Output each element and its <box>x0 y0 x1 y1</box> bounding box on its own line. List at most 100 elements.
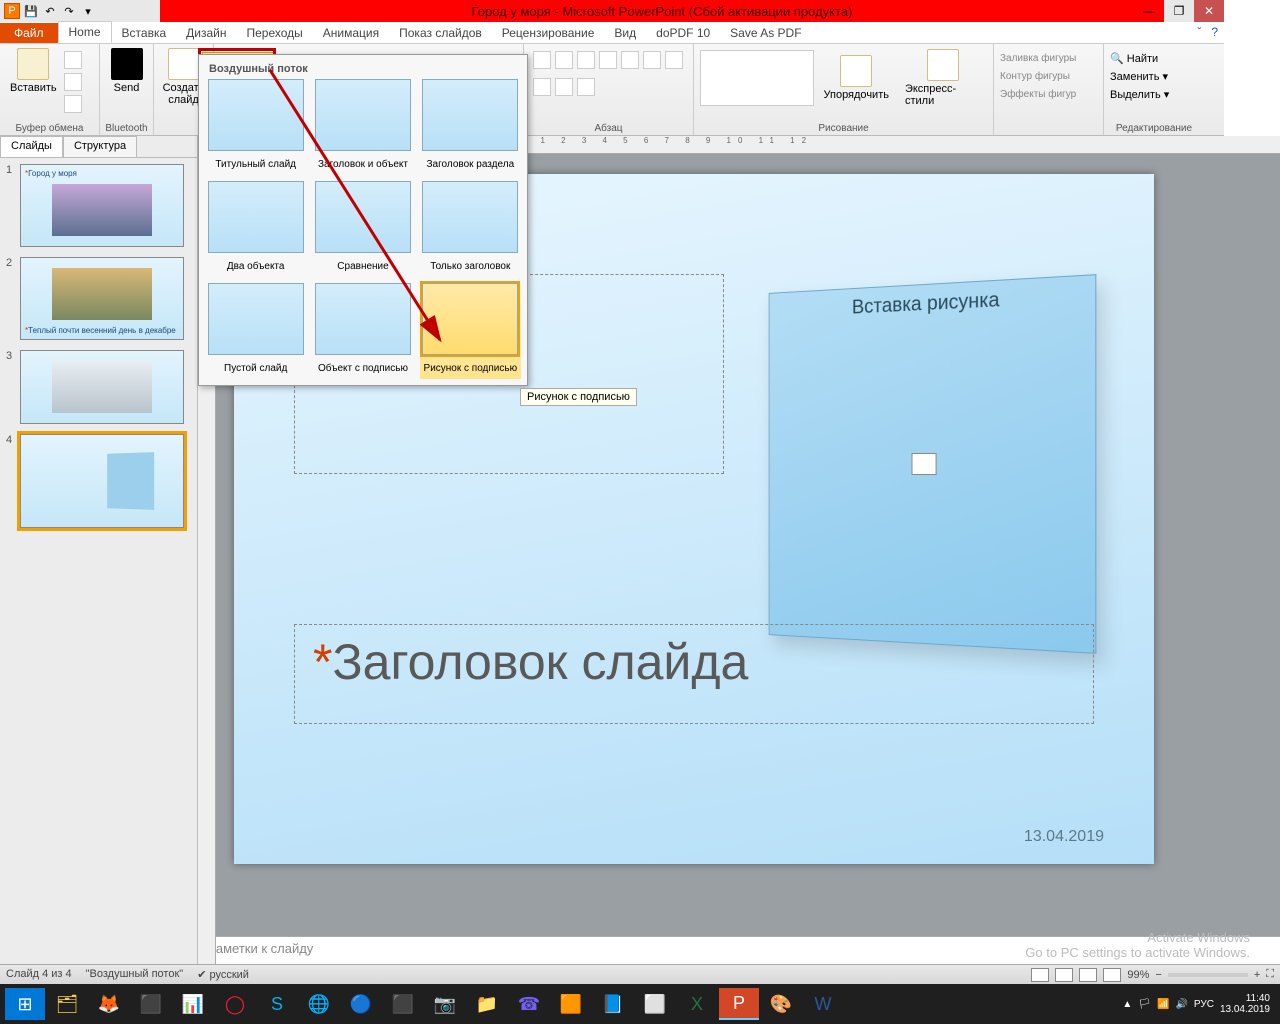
normal-view-button[interactable] <box>1031 968 1049 982</box>
layout-item-title-only[interactable]: Только заголовок <box>420 181 521 277</box>
shape-outline-button[interactable]: Контур фигуры <box>1000 68 1097 86</box>
pane-tab-slides[interactable]: Слайды <box>0 136 63 157</box>
maximize-button[interactable]: ❐ <box>1164 0 1194 22</box>
opera-icon[interactable]: ◯ <box>215 988 255 1020</box>
redo-icon[interactable]: ↷ <box>61 3 77 19</box>
tab-animation[interactable]: Анимация <box>313 23 389 43</box>
bullets-icon[interactable] <box>533 51 551 69</box>
zoom-in-button[interactable]: + <box>1254 969 1260 981</box>
zoom-level[interactable]: 99% <box>1127 969 1149 981</box>
shapes-gallery[interactable] <box>700 50 814 106</box>
layout-item-title-slide[interactable]: Титульный слайд <box>205 79 306 175</box>
save-icon[interactable]: 💾 <box>23 3 39 19</box>
app-icon-1[interactable]: ⬛ <box>131 988 171 1020</box>
tab-insert[interactable]: Вставка <box>112 23 177 43</box>
align-center-icon[interactable] <box>665 51 683 69</box>
paste-button[interactable]: Вставить <box>4 46 63 114</box>
tray-up-icon[interactable]: ▲ <box>1122 999 1132 1010</box>
align-right-icon[interactable] <box>533 78 551 96</box>
sorter-view-button[interactable] <box>1055 968 1073 982</box>
express-styles-button[interactable]: Экспресс-стили <box>899 47 987 109</box>
excel-icon[interactable]: X <box>677 988 717 1020</box>
layout-item-picture-caption[interactable]: Рисунок с подписью <box>420 283 521 379</box>
tab-slideshow[interactable]: Показ слайдов <box>389 23 492 43</box>
slideshow-view-button[interactable] <box>1103 968 1121 982</box>
app-icon-5[interactable]: 📷 <box>425 988 465 1020</box>
viber-icon[interactable]: ☎ <box>509 988 549 1020</box>
chrome-icon[interactable]: 🌐 <box>299 988 339 1020</box>
tab-review[interactable]: Рецензирование <box>492 23 605 43</box>
status-language[interactable]: ✔ русский <box>197 968 249 981</box>
slide-thumb-4[interactable] <box>20 434 184 528</box>
layout-item-title-content[interactable]: Заголовок и объект <box>312 79 413 175</box>
shape-fill-button[interactable]: Заливка фигуры <box>1000 50 1097 68</box>
title-placeholder[interactable]: *Заголовок слайда <box>294 624 1094 724</box>
app-icon-10[interactable]: 🎨 <box>761 988 801 1020</box>
app-icon-6[interactable]: 📁 <box>467 988 507 1020</box>
powerpoint-taskbar-icon[interactable]: P <box>719 988 759 1020</box>
skype-icon[interactable]: S <box>257 988 297 1020</box>
minimize-button[interactable]: — <box>1134 0 1164 22</box>
fit-to-window-button[interactable]: ⛶ <box>1266 968 1274 981</box>
tab-dopdf[interactable]: doPDF 10 <box>646 23 720 43</box>
shape-effects-button[interactable]: Эффекты фигур <box>1000 86 1097 104</box>
columns-icon[interactable] <box>577 78 595 96</box>
tab-saveaspdf[interactable]: Save As PDF <box>720 23 811 43</box>
indent-inc-icon[interactable] <box>599 51 617 69</box>
layout-item-content-caption[interactable]: Объект с подписью <box>312 283 413 379</box>
word-icon[interactable]: W <box>803 988 843 1020</box>
numbering-icon[interactable] <box>555 51 573 69</box>
app-icon-7[interactable]: 🟧 <box>551 988 591 1020</box>
app-icon-8[interactable]: 📘 <box>593 988 633 1020</box>
zoom-slider[interactable] <box>1168 973 1248 977</box>
tray-clock[interactable]: 11:40 13.04.2019 <box>1220 993 1270 1015</box>
slide-thumb-2[interactable]: *Теплый почти весенний день в декабре <box>20 257 184 340</box>
start-button[interactable]: ⊞ <box>5 988 45 1020</box>
layout-item-two-content[interactable]: Два объекта <box>205 181 306 277</box>
group-paragraph: Абзац <box>528 122 689 135</box>
cut-icon[interactable] <box>64 51 82 69</box>
tab-home[interactable]: Home <box>58 21 112 43</box>
format-painter-icon[interactable] <box>64 95 82 113</box>
app-icon-3[interactable]: 🔵 <box>341 988 381 1020</box>
tray-network-icon[interactable]: 📶 <box>1157 999 1169 1010</box>
explorer-icon[interactable]: 🗂 <box>47 988 87 1020</box>
tab-design[interactable]: Дизайн <box>176 23 236 43</box>
app-icon-4[interactable]: ⬛ <box>383 988 423 1020</box>
indent-dec-icon[interactable] <box>577 51 595 69</box>
slide-thumb-3[interactable] <box>20 350 184 424</box>
help-icon[interactable]: ? <box>1211 25 1218 39</box>
file-tab[interactable]: Файл <box>0 23 58 43</box>
tray-flag-icon[interactable]: 🏳 <box>1138 999 1151 1010</box>
replace-button[interactable]: Заменить ▾ <box>1110 68 1198 86</box>
app-icon-9[interactable]: ⬜ <box>635 988 675 1020</box>
tray-volume-icon[interactable]: 🔊 <box>1175 999 1187 1010</box>
insert-picture-icon[interactable] <box>912 453 937 475</box>
app-icon-2[interactable]: 📊 <box>173 988 213 1020</box>
slide-thumb-1[interactable]: *Город у моря <box>20 164 184 247</box>
picture-placeholder[interactable]: Вставка рисунка <box>769 274 1097 654</box>
line-spacing-icon[interactable] <box>621 51 639 69</box>
close-button[interactable]: ✕ <box>1194 0 1224 22</box>
firefox-icon[interactable]: 🦊 <box>89 988 129 1020</box>
undo-icon[interactable]: ↶ <box>42 3 58 19</box>
justify-icon[interactable] <box>555 78 573 96</box>
qat-dropdown-icon[interactable]: ▾ <box>80 3 96 19</box>
send-button[interactable]: Send <box>104 46 149 96</box>
layout-item-comparison[interactable]: Сравнение <box>312 181 413 277</box>
align-left-icon[interactable] <box>643 51 661 69</box>
arrange-button[interactable]: Упорядочить <box>818 53 895 103</box>
copy-icon[interactable] <box>64 73 82 91</box>
layout-item-blank[interactable]: Пустой слайд <box>205 283 306 379</box>
minimize-ribbon-icon[interactable]: ˇ <box>1197 25 1201 39</box>
thumbnails-list[interactable]: 1*Город у моря 2*Теплый почти весенний д… <box>0 158 197 964</box>
layout-item-section-header[interactable]: Заголовок раздела <box>420 79 521 175</box>
pane-tab-outline[interactable]: Структура <box>63 136 137 157</box>
find-button[interactable]: 🔍 Найти <box>1110 50 1198 68</box>
tab-view[interactable]: Вид <box>604 23 646 43</box>
tab-transitions[interactable]: Переходы <box>236 23 312 43</box>
tray-language[interactable]: РУС <box>1194 999 1214 1010</box>
zoom-out-button[interactable]: − <box>1155 969 1161 981</box>
reading-view-button[interactable] <box>1079 968 1097 982</box>
select-button[interactable]: Выделить ▾ <box>1110 86 1198 104</box>
